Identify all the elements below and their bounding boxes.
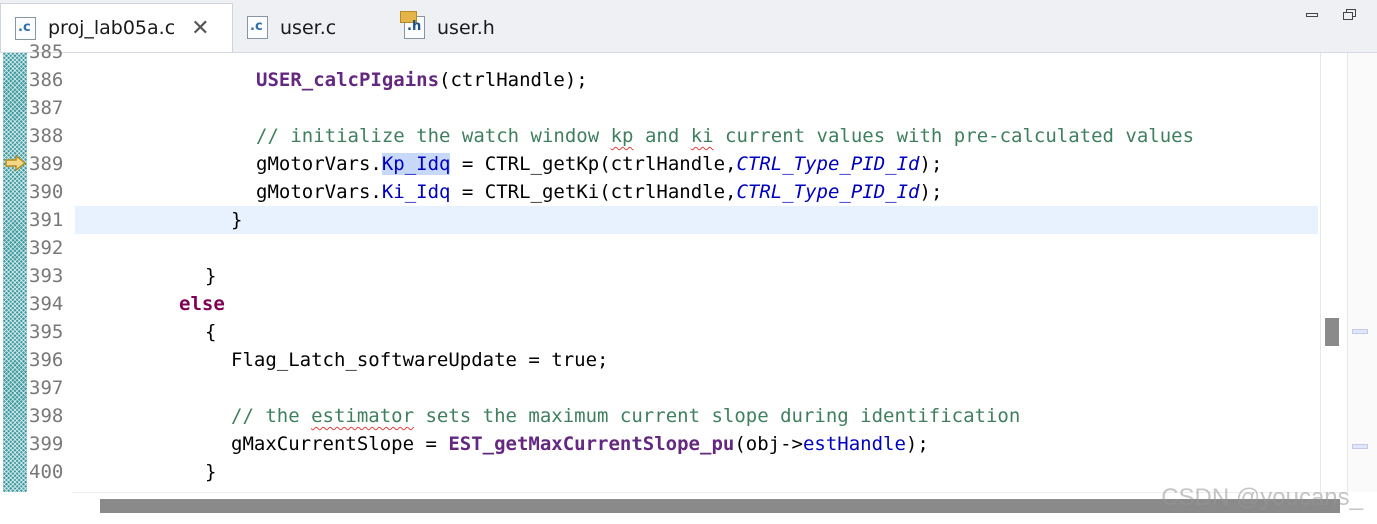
vertical-scrollbar-thumb[interactable] bbox=[1325, 318, 1339, 346]
line-number: 397 bbox=[29, 377, 64, 399]
tab-label: user.h bbox=[437, 16, 495, 39]
line-number: 398 bbox=[29, 405, 64, 427]
close-icon[interactable]: ✕ bbox=[191, 16, 209, 41]
editor-tab-bar: .c proj_lab05a.c ✕ .c user.c .h user.h bbox=[0, 0, 1377, 53]
line-number: 389 bbox=[29, 153, 64, 175]
code-line[interactable]: // the estimator sets the maximum curren… bbox=[75, 402, 1318, 430]
restore-icon[interactable] bbox=[1343, 8, 1357, 20]
code-line[interactable]: // initialize the watch window kp and ki… bbox=[75, 122, 1318, 150]
line-number: 395 bbox=[29, 321, 64, 343]
line-number: 391 bbox=[29, 209, 64, 231]
c-header-file-icon: .h bbox=[400, 11, 425, 39]
line-number: 392 bbox=[29, 237, 64, 259]
window-controls bbox=[1305, 8, 1357, 20]
overview-ruler[interactable] bbox=[1347, 53, 1377, 492]
current-line[interactable]: } bbox=[75, 206, 1318, 234]
code-editor[interactable]: 385 386 387 388 389 390 391 392 393 394 … bbox=[0, 41, 1377, 524]
tab-label: user.c bbox=[280, 16, 337, 39]
code-line[interactable]: else bbox=[75, 290, 1318, 318]
tab-label: proj_lab05a.c bbox=[48, 17, 176, 39]
vertical-scrollbar[interactable] bbox=[1320, 53, 1348, 492]
c-source-file-icon: .c bbox=[247, 16, 268, 39]
code-line[interactable]: } bbox=[75, 262, 1318, 290]
line-number: 396 bbox=[29, 349, 64, 371]
watermark: CSDN @youcans_ bbox=[1161, 484, 1363, 511]
horizontal-scrollbar-thumb[interactable] bbox=[100, 499, 1340, 513]
line-number: 390 bbox=[29, 181, 64, 203]
code-line[interactable]: gMotorVars.Ki_Idq = CTRL_getKi(ctrlHandl… bbox=[75, 178, 1318, 206]
code-line[interactable]: { bbox=[75, 318, 1318, 346]
code-line[interactable]: gMaxCurrentSlope = EST_getMaxCurrentSlop… bbox=[75, 430, 1318, 458]
overview-marker[interactable] bbox=[1352, 329, 1368, 334]
line-number: 387 bbox=[29, 97, 64, 119]
c-source-file-icon: .c bbox=[15, 16, 36, 40]
tab-user-h[interactable]: .h user.h bbox=[390, 3, 530, 52]
code-line[interactable]: gMotorVars.Kp_Idq = CTRL_getKp(ctrlHandl… bbox=[75, 150, 1318, 178]
tab-user-c[interactable]: .c user.c bbox=[233, 3, 388, 52]
code-line[interactable]: USER_calcPIgains(ctrlHandle); bbox=[75, 66, 1318, 94]
line-number: 393 bbox=[29, 265, 64, 287]
line-number: 400 bbox=[29, 461, 64, 483]
selected-identifier[interactable]: Kp_Idq bbox=[381, 153, 451, 175]
code-line[interactable]: } bbox=[75, 458, 1318, 486]
line-number: 399 bbox=[29, 433, 64, 455]
line-number: 394 bbox=[29, 293, 64, 315]
minimize-icon[interactable] bbox=[1305, 8, 1319, 20]
line-number: 386 bbox=[29, 69, 64, 91]
change-ruler bbox=[3, 53, 27, 492]
line-number: 385 bbox=[29, 41, 64, 63]
code-area[interactable]: USER_calcPIgains(ctrlHandle); // initial… bbox=[75, 53, 1318, 492]
code-line[interactable]: Flag_Latch_softwareUpdate = true; bbox=[75, 346, 1318, 374]
overview-marker[interactable] bbox=[1352, 444, 1368, 449]
instruction-pointer-arrow-icon bbox=[5, 155, 27, 171]
line-number: 388 bbox=[29, 125, 64, 147]
